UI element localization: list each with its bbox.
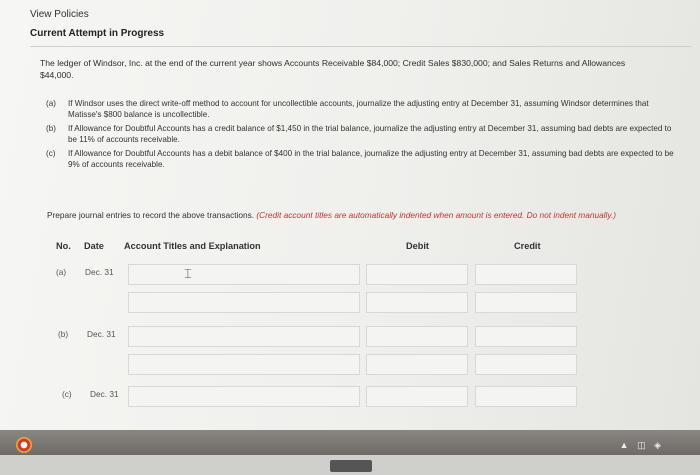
credit-field[interactable]: [475, 354, 577, 375]
header-credit: Credit: [514, 241, 541, 251]
debit-field[interactable]: [366, 264, 468, 285]
credit-field[interactable]: [475, 264, 577, 285]
text-cursor-icon: ⌶: [184, 266, 192, 281]
row-c-no: (c): [62, 389, 72, 399]
credit-field[interactable]: [475, 326, 577, 347]
problem-intro: The ledger of Windsor, Inc. at the end o…: [40, 58, 626, 80]
part-text: If Allowance for Doubtful Accounts has a…: [68, 149, 674, 169]
account-field[interactable]: [128, 292, 360, 313]
credit-field[interactable]: [475, 386, 577, 407]
header-date: Date: [84, 241, 104, 251]
part-label: (b): [46, 124, 56, 133]
row-c-date: Dec. 31: [90, 389, 119, 399]
screen: View Policies Current Attempt in Progres…: [0, 0, 700, 455]
part-text: If Windsor uses the direct write-off met…: [68, 99, 649, 119]
account-field[interactable]: [128, 354, 360, 375]
header-no: No.: [56, 241, 71, 251]
instructions: Prepare journal entries to record the ab…: [47, 210, 616, 220]
part-c: (c) If Allowance for Doubtful Accounts h…: [46, 148, 676, 170]
system-tray-icon[interactable]: ▲ ◫ ◈: [620, 440, 664, 451]
row-a-date: Dec. 31: [85, 267, 114, 277]
header-account: Account Titles and Explanation: [124, 241, 261, 251]
part-text: If Allowance for Doubtful Accounts has a…: [68, 124, 672, 144]
part-label: (a): [46, 99, 56, 108]
part-b: (b) If Allowance for Doubtful Accounts h…: [46, 123, 676, 145]
instruction-note: (Credit account titles are automatically…: [256, 210, 616, 220]
divider: [30, 46, 692, 47]
browser-icon[interactable]: [16, 437, 32, 453]
row-a-no: (a): [56, 267, 67, 277]
instruction-text: Prepare journal entries to record the ab…: [47, 210, 255, 220]
debit-field[interactable]: [366, 354, 468, 375]
debit-field[interactable]: [366, 386, 468, 407]
brand-logo: [330, 460, 372, 472]
attempt-status: Current Attempt in Progress: [30, 28, 165, 39]
part-label: (c): [46, 149, 56, 158]
account-field[interactable]: [128, 326, 360, 347]
credit-field[interactable]: [475, 292, 577, 313]
account-field[interactable]: [128, 386, 360, 407]
taskbar: [0, 430, 700, 455]
header-debit: Debit: [406, 241, 429, 251]
view-policies-link[interactable]: View Policies: [30, 9, 89, 20]
debit-field[interactable]: [366, 292, 468, 313]
account-field[interactable]: [128, 264, 360, 285]
problem-parts: (a) If Windsor uses the direct write-off…: [46, 98, 676, 173]
row-b-date: Dec. 31: [87, 329, 116, 339]
part-a: (a) If Windsor uses the direct write-off…: [46, 98, 676, 120]
row-b-no: (b): [58, 329, 69, 339]
debit-field[interactable]: [366, 326, 468, 347]
